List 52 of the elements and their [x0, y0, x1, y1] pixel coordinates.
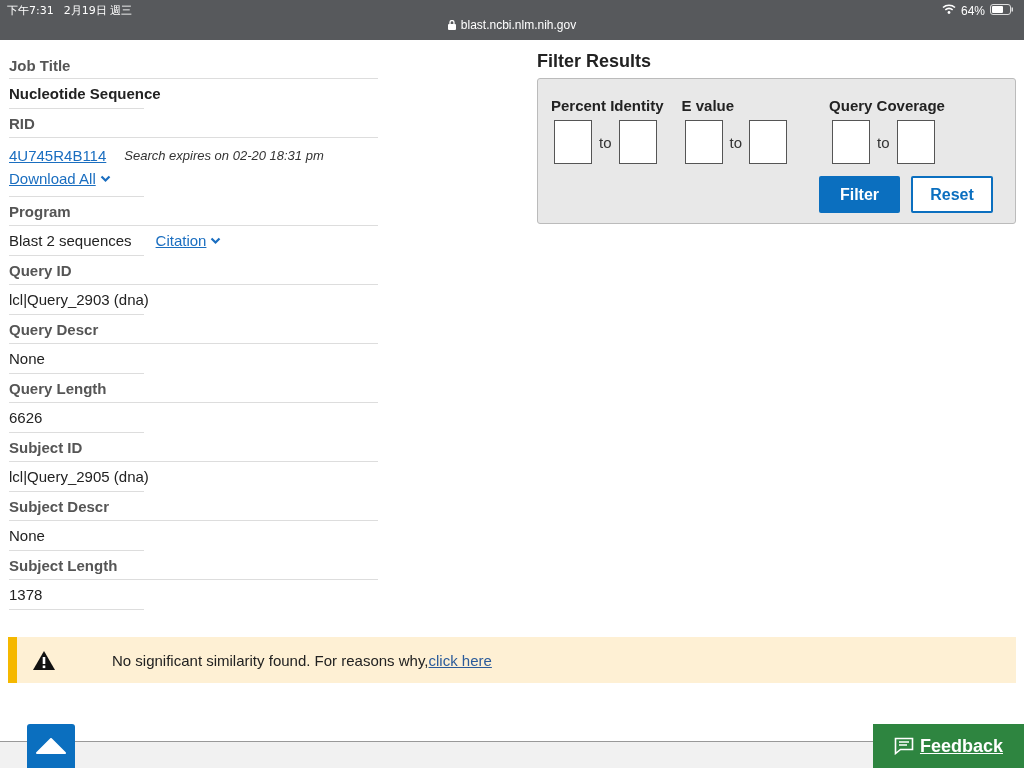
range-separator: to: [729, 133, 743, 151]
range-to-field[interactable]: [749, 120, 788, 164]
clock-time: 下午7:31: [7, 3, 54, 19]
url-text[interactable]: blast.ncbi.nlm.nih.gov: [460, 18, 577, 32]
field-label: Subject Descr: [9, 497, 110, 515]
range-to-field[interactable]: [896, 120, 935, 164]
chevron-down-icon: [99, 174, 111, 183]
field-value: None: [9, 350, 45, 367]
job-title: Nucleotide Sequence: [9, 85, 161, 102]
reset-button[interactable]: Reset: [911, 176, 993, 213]
rid-link[interactable]: 4U745R4B114: [9, 147, 107, 164]
triangle-up-icon: [36, 738, 66, 754]
click-here-link[interactable]: click here: [428, 651, 492, 669]
download-all-link[interactable]: Download All: [9, 170, 111, 187]
field-label: Job Title: [9, 56, 71, 74]
expiry-note: Search expires on 02-20 18:31 pm: [124, 148, 324, 163]
field-label: Subject ID: [9, 438, 83, 456]
warning-icon: [32, 649, 56, 671]
field-value: 6626: [9, 409, 43, 426]
lock-icon: [447, 20, 456, 30]
range-separator: to: [877, 133, 890, 151]
field-label: Query Length: [9, 379, 107, 397]
wifi-icon: [941, 4, 956, 14]
field-value: lcl|Query_2905 (dna): [9, 468, 149, 485]
chevron-down-icon: [210, 236, 222, 245]
speech-bubble-icon: [893, 737, 914, 755]
field-label: Subject Length: [9, 556, 118, 574]
range-separator: to: [599, 133, 612, 151]
range-to-field[interactable]: [618, 120, 657, 164]
field-value: lcl|Query_2903 (dna): [9, 291, 149, 308]
range-from-field[interactable]: [554, 120, 592, 164]
battery-percent: 64%: [960, 4, 985, 18]
battery-icon: [990, 4, 1014, 15]
field-label: Query ID: [9, 261, 72, 279]
field-label: Program: [9, 202, 71, 220]
field-label: RID: [9, 114, 35, 132]
back-to-top-button[interactable]: [27, 724, 75, 768]
program-value: Blast 2 sequences: [9, 232, 132, 249]
filter-label: E value: [681, 97, 736, 114]
feedback-button[interactable]: Feedback: [873, 724, 1024, 768]
field-value: None: [9, 527, 45, 544]
citation-link[interactable]: Citation: [155, 232, 222, 249]
filter-button[interactable]: Filter: [819, 176, 900, 213]
filter-title: Filter Results: [537, 51, 653, 72]
range-from-field[interactable]: [684, 120, 723, 164]
warning-message: No significant similarity found. For reasons why,click here: [112, 651, 492, 669]
filter-label: Percent Identity: [551, 97, 664, 114]
range-from-field[interactable]: [832, 120, 871, 164]
date: 2月19日 週三: [63, 3, 133, 19]
field-value: 1378: [9, 586, 43, 603]
field-label: Query Descr: [9, 320, 99, 338]
filter-label: Query Coverage: [829, 97, 945, 114]
